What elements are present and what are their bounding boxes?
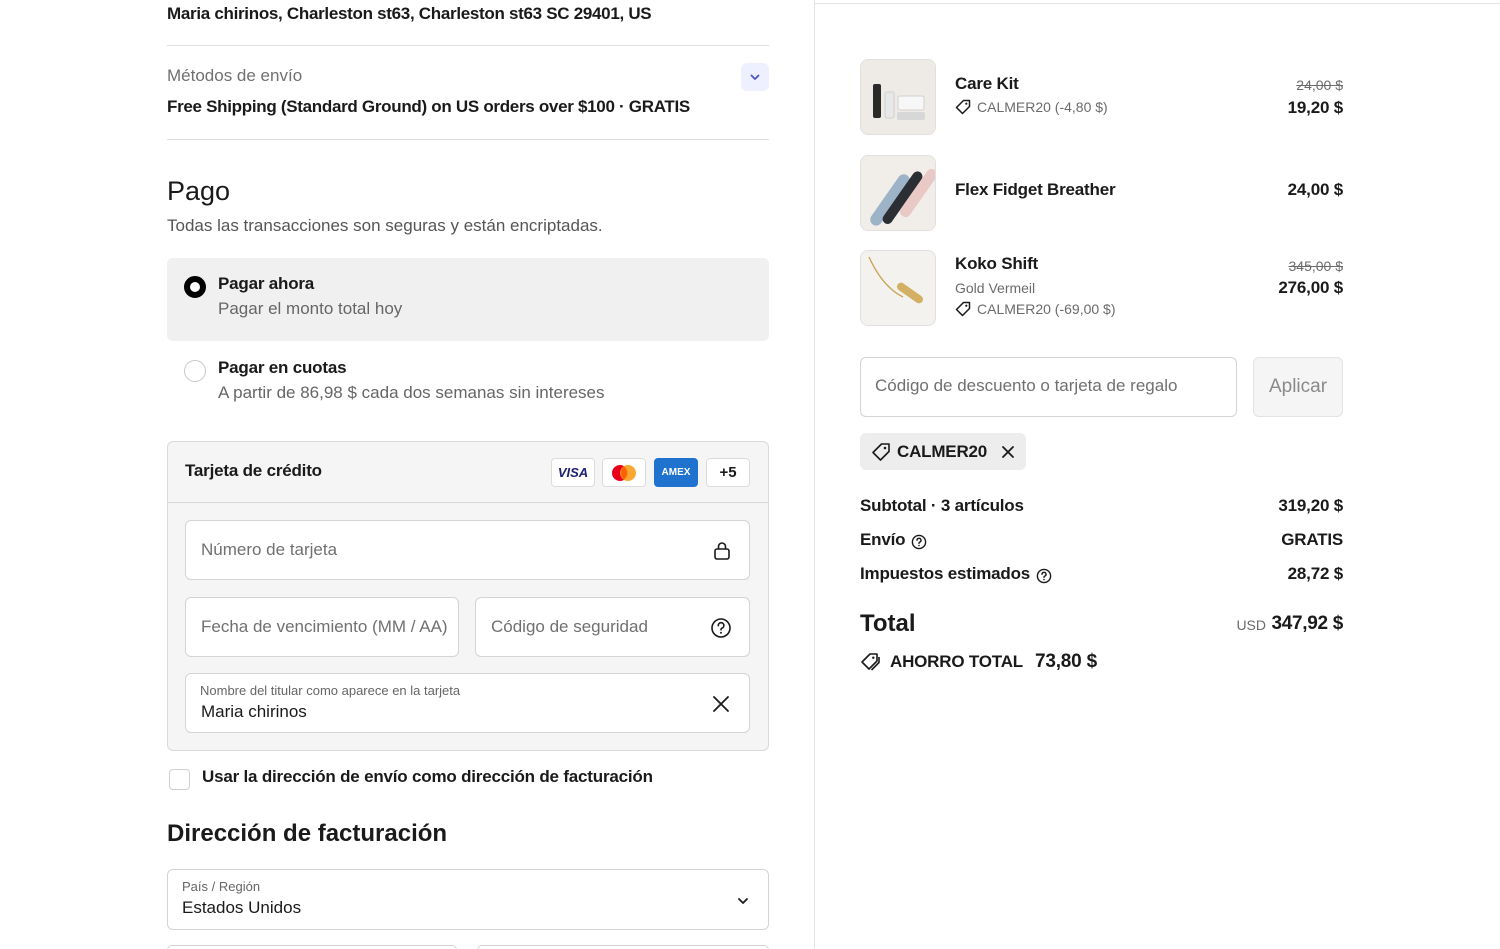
credit-card-title: Tarjeta de crédito	[185, 461, 322, 480]
product-name: Care Kit	[955, 74, 1019, 93]
visa-icon: VISA	[551, 458, 595, 487]
security-code-placeholder: Código de seguridad	[491, 617, 648, 636]
shipping-summary-value: GRATIS	[1281, 530, 1343, 549]
discount-text: CALMER20 (-4,80 $)	[977, 99, 1108, 115]
product-discount: CALMER20 (-69,00 $)	[955, 301, 1116, 317]
billing-title: Dirección de facturación	[167, 820, 448, 847]
total-savings: AHORRO TOTAL 73,80 $	[860, 651, 1097, 673]
product-image-care-kit	[860, 59, 936, 135]
original-price: 24,00 $	[1296, 77, 1343, 93]
credit-card-panel: Tarjeta de crédito VISA AMEX +5 Número d…	[167, 441, 769, 751]
expiry-placeholder: Fecha de vencimiento (MM / AA)	[201, 617, 447, 636]
product-variant: Gold Vermeil	[955, 280, 1036, 296]
tag-icon	[955, 99, 971, 115]
tag-icon	[872, 442, 890, 461]
radio-unselected[interactable]	[184, 360, 206, 382]
payment-subtitle: Todas las transacciones son seguras y es…	[167, 216, 603, 235]
product-price: 276,00 $	[1278, 278, 1343, 297]
column-divider	[814, 0, 815, 949]
billing-field-partial[interactable]	[477, 945, 769, 949]
help-icon[interactable]	[1036, 568, 1052, 584]
total-currency: USD	[1236, 617, 1266, 633]
tax-label-text: Impuestos estimados	[860, 564, 1031, 583]
savings-tag-icon	[861, 653, 880, 671]
option-subtitle: A partir de 86,98 $ cada dos semanas sin…	[218, 383, 605, 402]
credit-card-header: Tarjeta de crédito VISA AMEX +5	[168, 442, 768, 503]
product-image-koko-shift	[860, 250, 936, 326]
same-address-checkbox[interactable]	[169, 769, 190, 790]
original-price: 345,00 $	[1288, 258, 1344, 274]
close-icon[interactable]	[712, 695, 730, 713]
billing-field-partial[interactable]	[167, 945, 457, 949]
amex-icon: AMEX	[654, 458, 698, 487]
cardholder-name-label: Nombre del titular como aparece en la ta…	[200, 683, 461, 698]
shipping-summary-label: Envío	[860, 530, 927, 550]
shipping-address: Maria chirinos, Charleston st63, Charles…	[167, 4, 652, 23]
divider	[167, 45, 769, 46]
applied-code-text: CALMER20	[897, 441, 988, 461]
apply-code-button[interactable]: Aplicar	[1253, 357, 1343, 417]
expiry-field[interactable]: Fecha de vencimiento (MM / AA)	[185, 597, 459, 657]
radio-selected[interactable]	[184, 276, 206, 298]
same-address-label[interactable]: Usar la dirección de envío como direcció…	[202, 767, 653, 787]
cardholder-name-field[interactable]: Nombre del titular como aparece en la ta…	[185, 673, 750, 733]
tax-value: 28,72 $	[1287, 564, 1344, 583]
subtotal-value: 319,20 $	[1278, 496, 1343, 515]
tag-icon	[955, 301, 971, 317]
security-code-field[interactable]: Código de seguridad	[475, 597, 750, 657]
total-label: Total	[860, 610, 916, 637]
savings-label: AHORRO TOTAL	[890, 652, 1023, 671]
tax-label: Impuestos estimados	[860, 564, 1052, 584]
subtotal-label-text: Subtotal · 3 artículos	[860, 496, 1024, 515]
remove-code-icon[interactable]	[1001, 445, 1015, 459]
savings-value: 73,80 $	[1034, 651, 1097, 672]
country-select[interactable]: País / Región Estados Unidos	[167, 869, 769, 930]
subtotal-label: Subtotal · 3 artículos	[860, 496, 1024, 516]
option-subtitle: Pagar el monto total hoy	[218, 299, 403, 318]
card-number-field[interactable]: Número de tarjeta	[185, 520, 750, 580]
shipping-method-value: Free Shipping (Standard Ground) on US or…	[167, 97, 690, 116]
shipping-methods-label: Métodos de envío	[167, 66, 303, 85]
divider	[167, 139, 769, 140]
chevron-down-icon	[738, 898, 748, 904]
top-border	[815, 3, 1500, 4]
help-icon[interactable]	[911, 534, 927, 550]
shipping-summary-label-text: Envío	[860, 530, 906, 549]
option-title: Pagar en cuotas	[218, 358, 347, 377]
country-label: País / Región	[182, 879, 261, 894]
mastercard-icon	[602, 458, 646, 487]
discount-code-placeholder: Código de descuento o tarjeta de regalo	[875, 376, 1178, 395]
help-icon[interactable]	[710, 617, 732, 639]
product-name: Koko Shift	[955, 254, 1038, 273]
applied-code-chip: CALMER20	[860, 433, 1026, 470]
product-price: 19,20 $	[1287, 98, 1344, 117]
product-image-flex-fidget	[860, 155, 936, 231]
payment-option-pay-now[interactable]: Pagar ahora Pagar el monto total hoy	[167, 258, 769, 341]
option-title: Pagar ahora	[218, 274, 315, 293]
product-name: Flex Fidget Breather	[955, 180, 1116, 199]
product-price: 24,00 $	[1287, 180, 1344, 199]
cardholder-name-value: Maria chirinos	[201, 702, 307, 721]
payment-title: Pago	[167, 176, 231, 206]
card-number-placeholder: Número de tarjeta	[201, 540, 338, 559]
discount-text: CALMER20 (-69,00 $)	[977, 301, 1116, 317]
discount-code-input[interactable]: Código de descuento o tarjeta de regalo	[860, 357, 1237, 417]
total-value: 347,92 $	[1271, 613, 1343, 634]
lock-icon	[714, 542, 730, 560]
more-brands-badge: +5	[706, 458, 750, 487]
chevron-down-icon	[750, 74, 760, 80]
country-value: Estados Unidos	[182, 898, 302, 917]
shipping-methods-toggle[interactable]	[741, 63, 769, 91]
product-discount: CALMER20 (-4,80 $)	[955, 99, 1108, 115]
